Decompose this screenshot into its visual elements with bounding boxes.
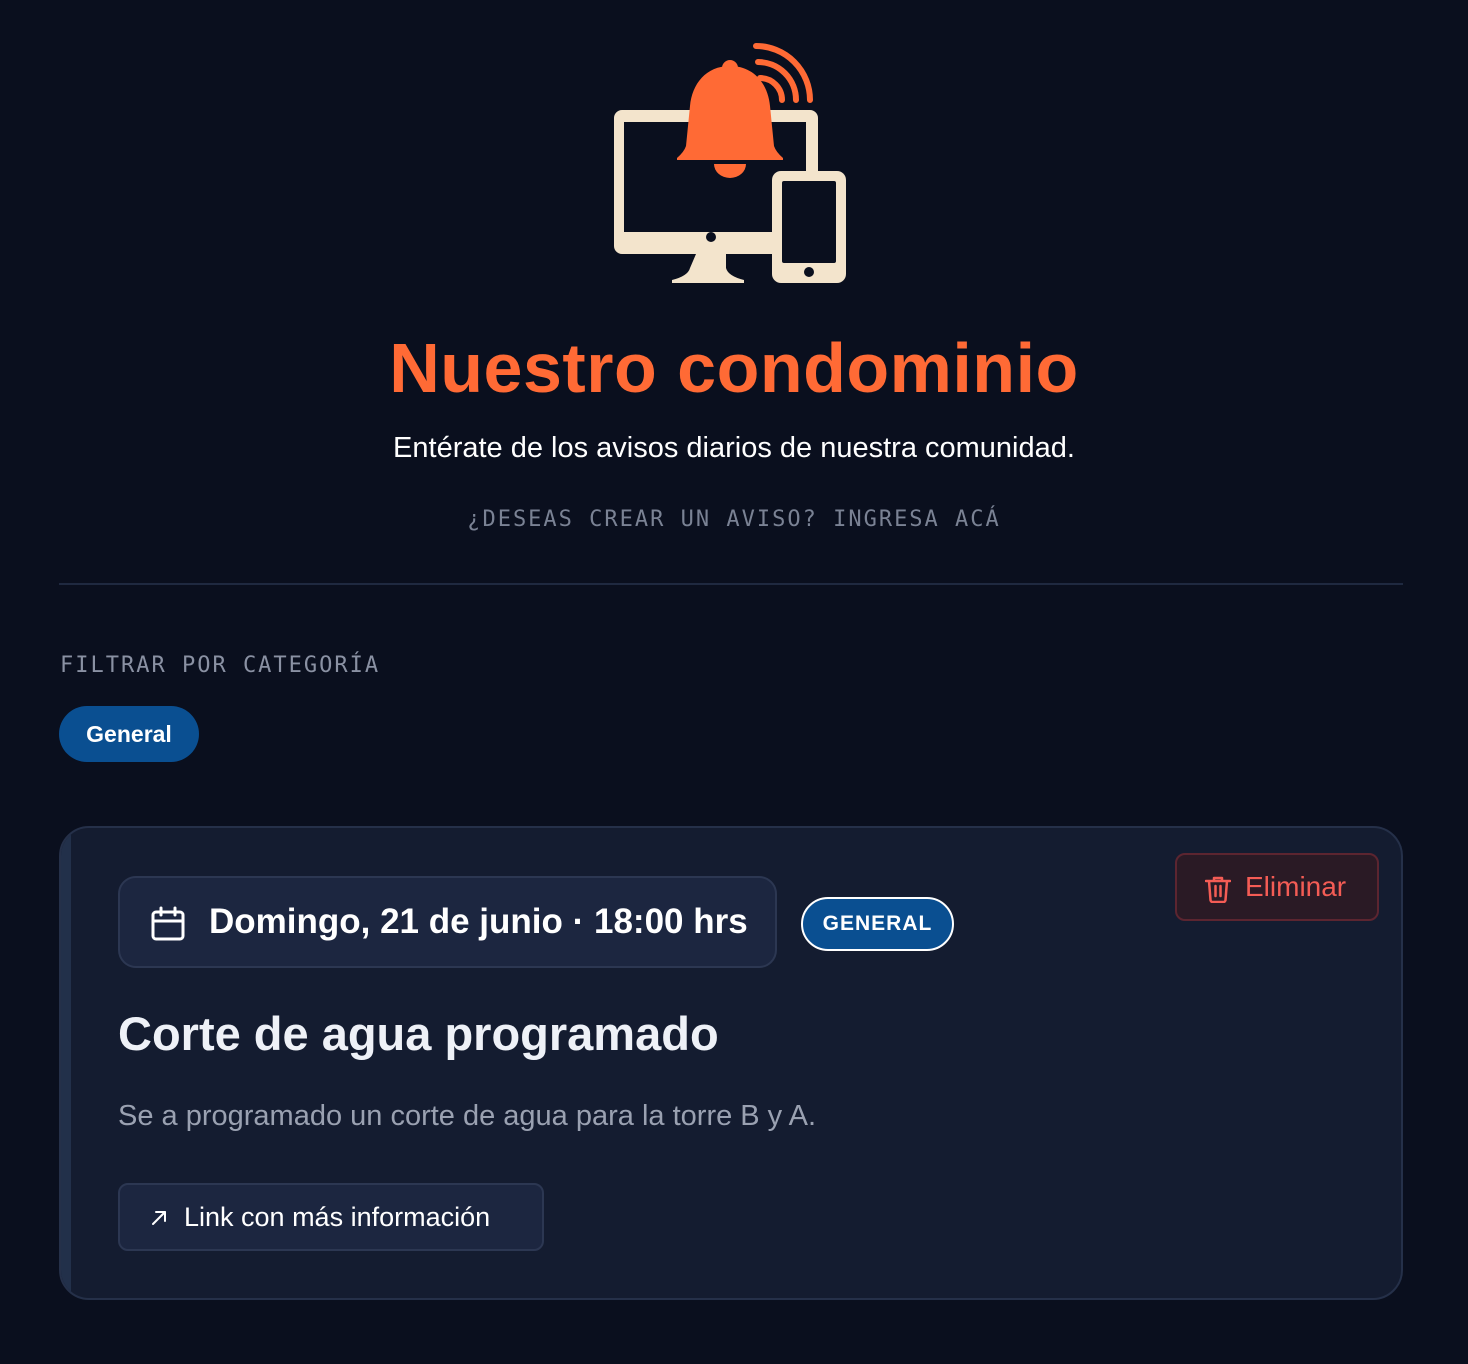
- notice-date: Domingo, 21 de junio · 18:00 hrs: [209, 902, 748, 941]
- create-notice-link[interactable]: ¿DESEAS CREAR UN AVISO? INGRESA ACÁ: [0, 506, 1468, 534]
- notice-card: Domingo, 21 de junio · 18:00 hrs GENERAL…: [59, 826, 1403, 1300]
- calendar-icon: [151, 906, 185, 941]
- divider: [59, 583, 1403, 585]
- delete-button[interactable]: Eliminar: [1175, 853, 1379, 921]
- notice-title: Corte de agua programado: [118, 1007, 719, 1060]
- filter-label: FILTRAR POR CATEGORÍA: [60, 653, 381, 678]
- card-accent-bar: [61, 828, 71, 1298]
- arrow-up-right-icon: [152, 1211, 166, 1225]
- delete-button-label: Eliminar: [1245, 871, 1347, 902]
- trash-icon: [1205, 876, 1231, 903]
- category-badge: GENERAL: [801, 897, 954, 951]
- notice-body: Se a programado un corte de agua para la…: [118, 1100, 817, 1132]
- filter-chip-general[interactable]: General: [59, 706, 199, 762]
- notice-date-box: Domingo, 21 de junio · 18:00 hrs: [118, 876, 777, 968]
- notification-devices-icon: [614, 43, 846, 283]
- page-subtitle: Entérate de los avisos diarios de nuestr…: [393, 432, 1075, 464]
- page: Nuestro condominio Entérate de los aviso…: [0, 0, 1468, 1364]
- more-info-link[interactable]: Link con más información: [118, 1183, 544, 1251]
- more-info-label: Link con más información: [184, 1202, 491, 1232]
- page-title: Nuestro condominio: [389, 329, 1079, 407]
